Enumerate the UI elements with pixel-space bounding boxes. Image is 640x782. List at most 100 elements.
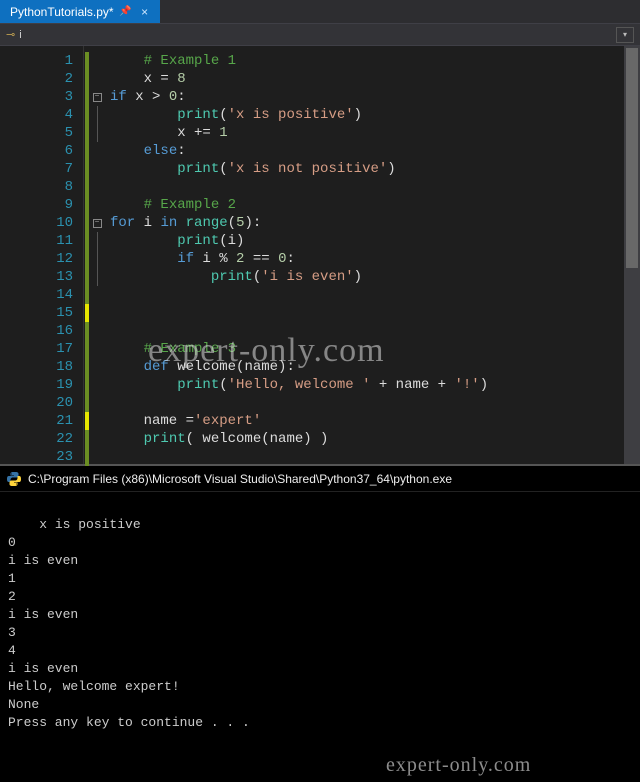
code-line[interactable]: print('i is even') [110, 268, 624, 286]
terminal-title: C:\Program Files (x86)\Microsoft Visual … [28, 472, 452, 486]
terminal-text: x is positive 0 i is even 1 2 i is even … [8, 517, 250, 730]
code-line[interactable] [110, 448, 624, 466]
fold-cell [90, 178, 104, 196]
change-marker [85, 286, 89, 304]
tab-filename: PythonTutorials.py* [10, 5, 114, 19]
change-marker [85, 448, 89, 466]
code-line[interactable] [110, 286, 624, 304]
change-marker [85, 106, 89, 124]
change-marker [85, 88, 89, 106]
code-line[interactable]: print( welcome(name) ) [110, 430, 624, 448]
code-line[interactable] [110, 394, 624, 412]
fold-cell [90, 52, 104, 70]
change-marker [85, 358, 89, 376]
line-number: 23 [0, 448, 79, 466]
fold-cell [90, 268, 104, 286]
navigation-bar: ⊸ i ▾ [0, 24, 640, 46]
change-marker [85, 142, 89, 160]
line-number: 11 [0, 232, 79, 250]
vertical-scrollbar[interactable] [624, 46, 640, 464]
change-marker [85, 160, 89, 178]
code-line[interactable]: x = 8 [110, 70, 624, 88]
fold-cell [90, 340, 104, 358]
fold-cell [90, 232, 104, 250]
line-number: 8 [0, 178, 79, 196]
code-line[interactable]: def welcome(name): [110, 358, 624, 376]
code-line[interactable] [110, 178, 624, 196]
change-marker [85, 250, 89, 268]
line-number: 3 [0, 88, 79, 106]
fold-cell [90, 448, 104, 466]
fold-guide [97, 250, 98, 268]
file-tab[interactable]: PythonTutorials.py* 📌 × [0, 0, 160, 23]
line-number: 16 [0, 322, 79, 340]
python-icon [6, 471, 22, 487]
fold-cell [90, 106, 104, 124]
code-line[interactable]: if i % 2 == 0: [110, 250, 624, 268]
code-line[interactable]: name ='expert' [110, 412, 624, 430]
change-marker [85, 196, 89, 214]
line-number: 7 [0, 160, 79, 178]
code-line[interactable]: print(i) [110, 232, 624, 250]
line-number: 19 [0, 376, 79, 394]
scope-dropdown[interactable]: ▾ [616, 27, 634, 43]
fold-cell [90, 70, 104, 88]
change-marker [85, 394, 89, 412]
fold-cell [90, 394, 104, 412]
code-line[interactable]: print('x is not positive') [110, 160, 624, 178]
fold-toggle[interactable]: − [93, 219, 102, 228]
scroll-thumb[interactable] [626, 48, 638, 268]
fold-cell [90, 358, 104, 376]
change-marker [85, 178, 89, 196]
change-marker [85, 52, 89, 70]
line-number: 15 [0, 304, 79, 322]
fold-cell [90, 124, 104, 142]
fold-guide [97, 124, 98, 142]
terminal-output[interactable]: x is positive 0 i is even 1 2 i is even … [0, 492, 640, 782]
fold-cell: − [90, 214, 104, 232]
line-number-gutter: 1234567891011121314151617181920212223 [0, 46, 84, 464]
close-icon[interactable]: × [138, 5, 152, 19]
code-line[interactable]: print('Hello, welcome ' + name + '!') [110, 376, 624, 394]
change-marker [85, 412, 89, 430]
code-line[interactable]: # Example 3 [110, 340, 624, 358]
code-line[interactable]: for i in range(5): [110, 214, 624, 232]
line-number: 12 [0, 250, 79, 268]
code-line[interactable]: x += 1 [110, 124, 624, 142]
code-line[interactable]: # Example 1 [110, 52, 624, 70]
line-number: 17 [0, 340, 79, 358]
line-number: 5 [0, 124, 79, 142]
terminal-titlebar[interactable]: C:\Program Files (x86)\Microsoft Visual … [0, 466, 640, 492]
change-marker [85, 124, 89, 142]
line-number: 2 [0, 70, 79, 88]
line-number: 22 [0, 430, 79, 448]
fold-cell [90, 412, 104, 430]
code-editor[interactable]: 1234567891011121314151617181920212223 −−… [0, 46, 640, 464]
watermark: expert-only.com [386, 756, 531, 774]
code-line[interactable]: else: [110, 142, 624, 160]
line-number: 14 [0, 286, 79, 304]
code-line[interactable]: # Example 2 [110, 196, 624, 214]
line-number: 21 [0, 412, 79, 430]
tab-bar: PythonTutorials.py* 📌 × [0, 0, 640, 24]
fold-guide [97, 106, 98, 124]
code-line[interactable] [110, 304, 624, 322]
line-number: 10 [0, 214, 79, 232]
change-marker [85, 232, 89, 250]
fold-guide [97, 268, 98, 286]
scope-label: i [19, 29, 21, 41]
fold-toggle[interactable]: − [93, 93, 102, 102]
fold-cell [90, 286, 104, 304]
code-area[interactable]: # Example 1 x = 8if x > 0: print('x is p… [104, 46, 624, 464]
fold-cell [90, 304, 104, 322]
code-line[interactable]: print('x is positive') [110, 106, 624, 124]
change-marker [85, 340, 89, 358]
line-number: 4 [0, 106, 79, 124]
line-number: 18 [0, 358, 79, 376]
fold-cell [90, 142, 104, 160]
terminal-panel: C:\Program Files (x86)\Microsoft Visual … [0, 464, 640, 782]
code-line[interactable] [110, 322, 624, 340]
pin-icon[interactable]: 📌 [120, 6, 132, 18]
code-line[interactable]: if x > 0: [110, 88, 624, 106]
fold-cell [90, 250, 104, 268]
